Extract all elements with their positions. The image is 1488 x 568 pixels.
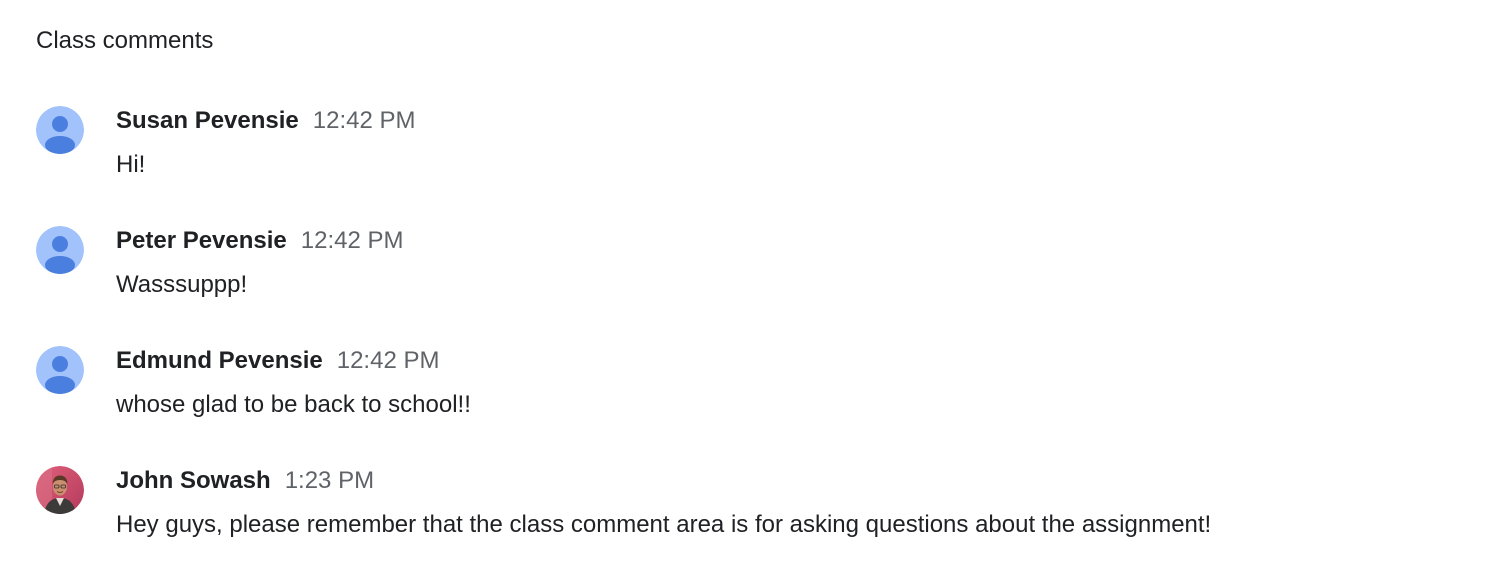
section-title: Class comments: [36, 27, 214, 54]
comment-text: Hey guys, please remember that the class…: [116, 511, 1212, 538]
comment-meta: Edmund Pevensie 12:42 PM: [116, 346, 439, 376]
comment-text: Wasssuppp!: [116, 271, 248, 298]
comment-item: John Sowash 1:23 PM Hey guys, please reme…: [36, 466, 1436, 566]
comment-time: 1:23 PM: [284, 467, 375, 494]
comment-time: 12:42 PM: [312, 107, 416, 134]
comment-item: Peter Pevensie 12:42 PM Wasssuppp!: [36, 226, 1436, 326]
comment-text: Hi!: [116, 151, 146, 178]
default-person-icon[interactable]: [36, 106, 84, 154]
comment-item: Susan Pevensie 12:42 PM Hi!: [36, 106, 1436, 206]
comment-time: 12:42 PM: [336, 347, 440, 374]
comment-meta: Susan Pevensie 12:42 PM: [116, 106, 416, 136]
comment-meta: John Sowash 1:23 PM: [116, 466, 374, 496]
class-comments-panel: Class comments Susan Pevensie 12:42 PM Hi…: [0, 0, 1488, 568]
default-person-icon[interactable]: [36, 226, 84, 274]
profile-photo-avatar[interactable]: [36, 466, 84, 514]
comment-time: 12:42 PM: [300, 227, 404, 254]
comment-author[interactable]: Peter Pevensie: [116, 227, 287, 254]
default-person-icon[interactable]: [36, 346, 84, 394]
comment-author[interactable]: Edmund Pevensie: [116, 347, 323, 374]
comment-meta: Peter Pevensie 12:42 PM: [116, 226, 404, 256]
comment-author[interactable]: John Sowash: [116, 467, 271, 494]
comment-text: whose glad to be back to school!!: [116, 391, 471, 418]
comment-item: Edmund Pevensie 12:42 PM whose glad to be…: [36, 346, 1436, 446]
comment-author[interactable]: Susan Pevensie: [116, 107, 299, 134]
